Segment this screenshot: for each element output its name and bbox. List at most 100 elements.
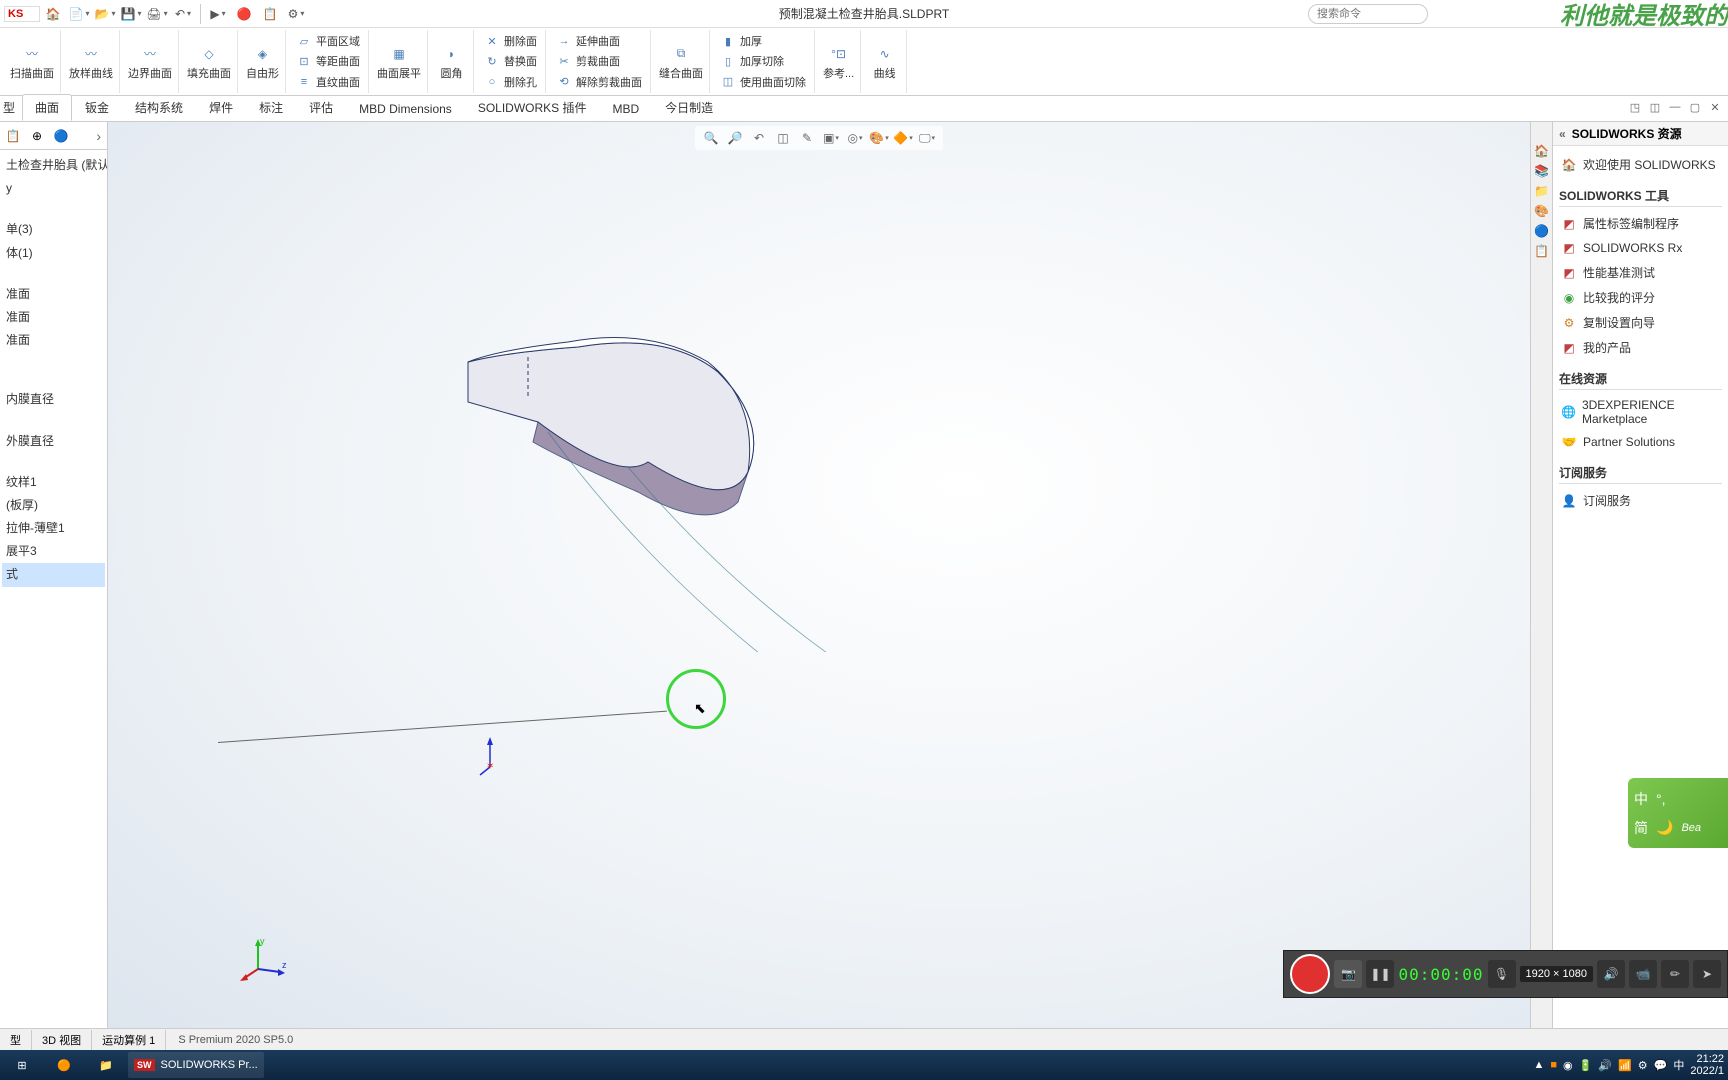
boundary-surface-button[interactable]: 〰 边界曲面 (122, 30, 179, 93)
tray-icon[interactable]: ■ (1550, 1059, 1557, 1071)
rebuild-button[interactable]: 🔴 (232, 3, 256, 25)
tree-item[interactable]: 体(1) (2, 242, 105, 265)
tab-plugins[interactable]: SOLIDWORKS 插件 (465, 94, 600, 121)
tree-feature[interactable]: 纹样1 (2, 471, 105, 494)
dynamic-annotation-icon[interactable]: ✎ (797, 128, 817, 148)
ruled-surface-button[interactable]: ≡直纹曲面 (296, 73, 360, 91)
taskpane-file-explorer-icon[interactable]: 📁 (1533, 182, 1551, 200)
tree-feature[interactable]: 外膜直径 (2, 430, 105, 453)
bottom-tab-model[interactable]: 型 (0, 1030, 32, 1050)
collapse-panel-icon[interactable]: « (1559, 127, 1566, 141)
tree-plane[interactable]: 准面 (2, 283, 105, 306)
system-clock[interactable]: 21:22 2022/1 (1690, 1053, 1724, 1077)
start-button[interactable]: ⊞ (2, 1052, 42, 1078)
replace-face-button[interactable]: ↻替换面 (484, 52, 537, 70)
partner-solutions-link[interactable]: 🤝Partner Solutions (1559, 430, 1722, 454)
print-button[interactable]: 🖨 (145, 3, 169, 25)
audio-button[interactable]: 🔊 (1597, 960, 1625, 988)
tab-weldments[interactable]: 焊件 (196, 94, 246, 121)
graphics-viewport[interactable]: 🔍 🔎 ↶ ◫ ✎ ▣ ◎ 🎨 🔶 🖵 ✶ ⬉ (108, 122, 1530, 1028)
tray-icon[interactable]: ◉ (1563, 1059, 1573, 1072)
draw-button[interactable]: ✏ (1661, 960, 1689, 988)
tab-mbd-dimensions[interactable]: MBD Dimensions (346, 97, 465, 121)
subscribe-link[interactable]: 👤订阅服务 (1559, 488, 1722, 513)
tab-structure[interactable]: 结构系统 (122, 94, 196, 121)
tree-feature[interactable]: 展平3 (2, 540, 105, 563)
webcam-button[interactable]: 📹 (1629, 960, 1657, 988)
welcome-link[interactable]: 🏠欢迎使用 SOLIDWORKS (1559, 152, 1722, 177)
options-button[interactable]: 📋 (258, 3, 282, 25)
taskpane-appearances-icon[interactable]: 🔵 (1533, 222, 1551, 240)
tree-root[interactable]: 土检查井胎具 (默认< (2, 154, 105, 177)
tree-feature[interactable]: 拉伸-薄壁1 (2, 517, 105, 540)
appearance-icon[interactable]: 🎨 (869, 128, 889, 148)
taskpane-home-icon[interactable]: 🏠 (1533, 142, 1551, 160)
record-button[interactable] (1290, 954, 1330, 994)
tray-icon[interactable]: 💬 (1654, 1059, 1668, 1072)
arrange-icon[interactable]: ◫ (1646, 98, 1664, 116)
tab-surfaces[interactable]: 曲面 (22, 94, 72, 121)
reference-geometry-button[interactable]: °⊡ 参考... (817, 30, 861, 93)
undo-button[interactable]: ↶ (171, 3, 195, 25)
tree-feature[interactable]: (板厚) (2, 494, 105, 517)
my-products-link[interactable]: ◩我的产品 (1559, 335, 1722, 360)
marketplace-link[interactable]: 🌐3DEXPERIENCE Marketplace (1559, 394, 1722, 430)
zoom-fit-icon[interactable]: 🔍 (701, 128, 721, 148)
curves-button[interactable]: ∿ 曲线 (863, 30, 907, 93)
feature-tree-tab-icon[interactable]: 📋 (2, 125, 24, 147)
command-search-input[interactable] (1308, 4, 1428, 24)
sweep-surface-button[interactable]: 〰 扫描曲面 (4, 30, 61, 93)
open-file-button[interactable]: 📂 (93, 3, 117, 25)
bottom-tab-motion[interactable]: 运动算例 1 (92, 1030, 166, 1050)
hide-show-icon[interactable]: ◎ (845, 128, 865, 148)
fillet-button[interactable]: ◗ 圆角 (430, 30, 474, 93)
compare-score-link[interactable]: ◉比较我的评分 (1559, 285, 1722, 310)
planar-surface-button[interactable]: ▱平面区域 (296, 32, 360, 50)
view-settings-icon[interactable]: 🖵 (917, 128, 937, 148)
tab-today-make[interactable]: 今日制造 (652, 94, 726, 121)
tray-icon[interactable]: ▲ (1534, 1059, 1545, 1071)
tab-evaluate[interactable]: 评估 (296, 94, 346, 121)
tab-sheetmetal[interactable]: 钣金 (72, 94, 122, 121)
display-style-icon[interactable]: ▣ (821, 128, 841, 148)
property-tab-builder-link[interactable]: ◩属性标签编制程序 (1559, 211, 1722, 236)
maximize-icon[interactable]: ▢ (1686, 98, 1704, 116)
ime-float-widget[interactable]: 中°, 简🌙Bea (1628, 778, 1728, 848)
scene-icon[interactable]: 🔶 (893, 128, 913, 148)
home-icon[interactable]: 🏠 (41, 3, 65, 25)
tree-plane[interactable]: 准面 (2, 329, 105, 352)
taskpane-design-lib-icon[interactable]: 📚 (1533, 162, 1551, 180)
save-button[interactable]: 💾 (119, 3, 143, 25)
tree-feature[interactable]: 内膜直径 (2, 388, 105, 411)
minimize-icon[interactable]: — (1666, 98, 1684, 116)
trim-surface-button[interactable]: ✂剪裁曲面 (556, 52, 620, 70)
freeform-button[interactable]: ◈ 自由形 (240, 30, 286, 93)
cursor-button[interactable]: ➤ (1693, 960, 1721, 988)
thicken-button[interactable]: ▮加厚 (720, 32, 762, 50)
knit-surface-button[interactable]: ⧉ 缝合曲面 (653, 30, 710, 93)
property-manager-tab-icon[interactable]: ⊕ (26, 125, 48, 147)
settings-button[interactable]: ⚙ (284, 3, 308, 25)
tray-ime-icon[interactable]: 中 (1673, 1057, 1684, 1073)
screenshot-button[interactable]: 📷 (1334, 960, 1362, 988)
previous-view-icon[interactable]: ↶ (749, 128, 769, 148)
benchmark-link[interactable]: ◩性能基准测试 (1559, 260, 1722, 285)
zoom-area-icon[interactable]: 🔎 (725, 128, 745, 148)
thicken-cut-button[interactable]: ▯加厚切除 (720, 52, 784, 70)
mic-button[interactable]: 🎙 (1488, 960, 1516, 988)
close-icon[interactable]: ✕ (1706, 98, 1724, 116)
fill-surface-button[interactable]: ◇ 填充曲面 (181, 30, 238, 93)
popout-icon[interactable]: ◳ (1626, 98, 1644, 116)
tab-mbd[interactable]: MBD (600, 97, 653, 121)
select-button[interactable]: ▶ (206, 3, 230, 25)
taskbar-app1-icon[interactable]: 🟠 (44, 1052, 84, 1078)
taskbar-solidworks-button[interactable]: SW SOLIDWORKS Pr... (128, 1052, 264, 1078)
tree-item[interactable]: 单(3) (2, 218, 105, 241)
tab-annotation[interactable]: 标注 (246, 94, 296, 121)
config-manager-tab-icon[interactable]: 🔵 (50, 125, 72, 147)
tree-history[interactable]: y (2, 177, 105, 200)
solidworks-rx-link[interactable]: ◩SOLIDWORKS Rx (1559, 236, 1722, 260)
delete-hole-button[interactable]: ○删除孔 (484, 73, 537, 91)
loft-surface-button[interactable]: 〰 放样曲线 (63, 30, 120, 93)
tray-icon[interactable]: 🔋 (1579, 1059, 1593, 1072)
